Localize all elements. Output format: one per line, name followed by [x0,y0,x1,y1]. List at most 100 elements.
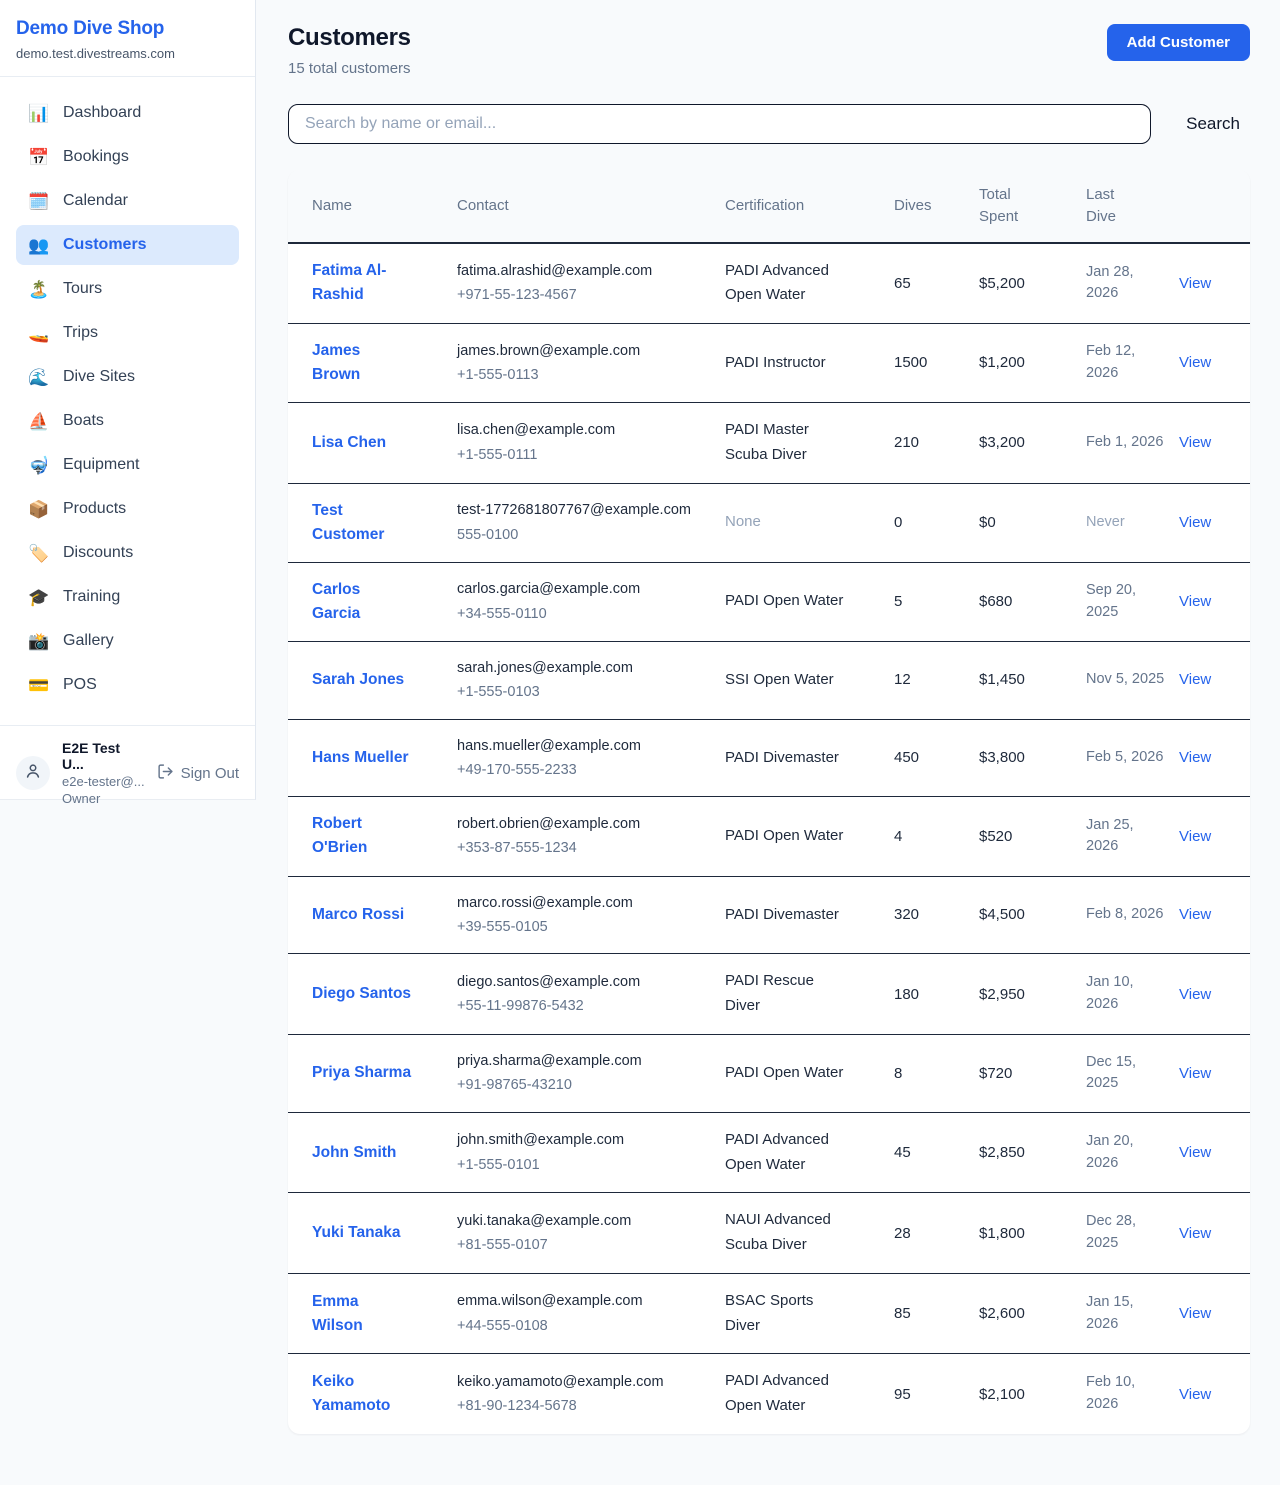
customer-total-spent: $1,800 [979,1207,1086,1260]
sidebar-item-boats[interactable]: ⛵ Boats [16,401,239,441]
customer-certification: SSI Open Water [725,653,894,708]
table-row: Marco Rossi marco.rossi@example.com +39-… [288,877,1250,955]
customer-name-link[interactable]: Diego Santos [312,985,411,1002]
sidebar-item-pos[interactable]: 💳 POS [16,665,239,705]
page-header: Customers 15 total customers Add Custome… [288,24,1250,77]
view-customer-link[interactable]: View [1179,986,1211,1003]
view-customer-link[interactable]: View [1179,354,1211,371]
sidebar-item-calendar[interactable]: 🗓️ Calendar [16,181,239,221]
customer-dives: 4 [894,810,979,863]
sidebar-item-equipment[interactable]: 🤿 Equipment [16,445,239,485]
customer-name-link[interactable]: Priya Sharma [312,1064,411,1081]
customer-certification: PADI Advanced Open Water [725,1354,894,1434]
view-customer-link[interactable]: View [1179,1065,1211,1082]
customer-email: james.brown@example.com [457,340,713,362]
customer-name-link[interactable]: Keiko Yamamoto [312,1373,390,1414]
customer-name-link[interactable]: James Brown [312,342,360,383]
customer-total-spent: $0 [979,496,1086,549]
user-email: e2e-tester@... [62,774,145,789]
customer-name-link[interactable]: Sarah Jones [312,671,404,688]
brand: Demo Dive Shop demo.test.divestreams.com [0,0,255,77]
customer-name-link[interactable]: Lisa Chen [312,434,386,451]
column-header-dives: Dives [894,181,979,231]
user-icon [23,761,43,786]
sidebar-item-discounts[interactable]: 🏷️ Discounts [16,533,239,573]
sidebar-item-dive-sites[interactable]: 🌊 Dive Sites [16,357,239,397]
customer-last-dive: Never [1086,497,1179,549]
sign-out-button[interactable]: Sign Out [157,763,239,784]
customer-last-dive: Feb 5, 2026 [1086,732,1179,784]
view-customer-link[interactable]: View [1179,1225,1211,1242]
sidebar: Demo Dive Shop demo.test.divestreams.com… [0,0,256,800]
customer-phone: +39-555-0105 [457,916,713,938]
customer-phone: +34-555-0110 [457,603,713,625]
customer-phone: +44-555-0108 [457,1315,713,1337]
view-customer-link[interactable]: View [1179,593,1211,610]
sidebar-item-training[interactable]: 🎓 Training [16,577,239,617]
column-header-total-spent: Total Spent [979,170,1086,242]
search-input[interactable] [288,104,1151,144]
view-customer-link[interactable]: View [1179,514,1211,531]
nav-item-icon: 📦 [28,501,50,518]
sidebar-item-trips[interactable]: 🚤 Trips [16,313,239,353]
customer-name-link[interactable]: Test Customer [312,502,384,543]
sidebar-item-tours[interactable]: 🏝️ Tours [16,269,239,309]
nav-item-label: Gallery [63,632,114,650]
sidebar-item-gallery[interactable]: 📸 Gallery [16,621,239,661]
customer-total-spent: $520 [979,810,1086,863]
nav-item-icon: 🚤 [28,325,50,342]
customer-count: 15 total customers [288,60,411,77]
table-row: Diego Santos diego.santos@example.com +5… [288,954,1250,1035]
customer-certification: PADI Divemaster [725,731,894,786]
search-button[interactable]: Search [1176,114,1250,134]
column-header-certification: Certification [725,181,894,231]
customer-dives: 12 [894,653,979,706]
customer-certification: PADI Advanced Open Water [725,244,894,324]
customer-certification: PADI Instructor [725,336,894,391]
user-role: Owner [62,791,145,806]
view-customer-link[interactable]: View [1179,749,1211,766]
view-customer-link[interactable]: View [1179,1144,1211,1161]
nav-item-label: POS [63,676,97,694]
view-customer-link[interactable]: View [1179,671,1211,688]
table-row: Emma Wilson emma.wilson@example.com +44-… [288,1274,1250,1355]
customer-total-spent: $2,600 [979,1287,1086,1340]
customer-last-dive: Feb 8, 2026 [1086,889,1179,941]
customer-total-spent: $720 [979,1047,1086,1100]
view-customer-link[interactable]: View [1179,1305,1211,1322]
sidebar-nav: 📊 Dashboard 📅 Bookings 🗓️ Calendar 👥 Cus… [0,77,255,725]
view-customer-link[interactable]: View [1179,1386,1211,1403]
view-customer-link[interactable]: View [1179,906,1211,923]
view-customer-link[interactable]: View [1179,828,1211,845]
sidebar-item-products[interactable]: 📦 Products [16,489,239,529]
customer-dives: 1500 [894,336,979,389]
view-customer-link[interactable]: View [1179,275,1211,292]
sidebar-item-customers[interactable]: 👥 Customers [16,225,239,265]
customer-certification: PADI Rescue Diver [725,954,894,1034]
table-row: Keiko Yamamoto keiko.yamamoto@example.co… [288,1354,1250,1434]
view-customer-link[interactable]: View [1179,434,1211,451]
customer-dives: 8 [894,1047,979,1100]
customer-name-link[interactable]: Robert O'Brien [312,815,367,856]
customer-name-link[interactable]: Fatima Al-Rashid [312,262,386,303]
customer-total-spent: $5,200 [979,257,1086,310]
add-customer-button[interactable]: Add Customer [1107,24,1250,61]
table-row: Test Customer test-1772681807767@example… [288,484,1250,563]
nav-item-label: Dive Sites [63,368,135,386]
customer-phone: +1-555-0111 [457,444,713,466]
customer-dives: 65 [894,257,979,310]
customer-name-link[interactable]: Marco Rossi [312,906,404,923]
customer-name-link[interactable]: Yuki Tanaka [312,1224,400,1241]
nav-item-label: Training [63,588,120,606]
customer-name-link[interactable]: Carlos Garcia [312,581,360,622]
customer-phone: +1-555-0101 [457,1154,713,1176]
customer-name-link[interactable]: Emma Wilson [312,1293,363,1334]
sidebar-item-dashboard[interactable]: 📊 Dashboard [16,93,239,133]
customer-email: fatima.alrashid@example.com [457,260,713,282]
nav-item-label: Products [63,500,126,518]
column-header-contact: Contact [457,181,725,231]
customer-name-link[interactable]: John Smith [312,1144,396,1161]
customer-last-dive: Jan 10, 2026 [1086,957,1179,1031]
customer-name-link[interactable]: Hans Mueller [312,749,408,766]
sidebar-item-bookings[interactable]: 📅 Bookings [16,137,239,177]
